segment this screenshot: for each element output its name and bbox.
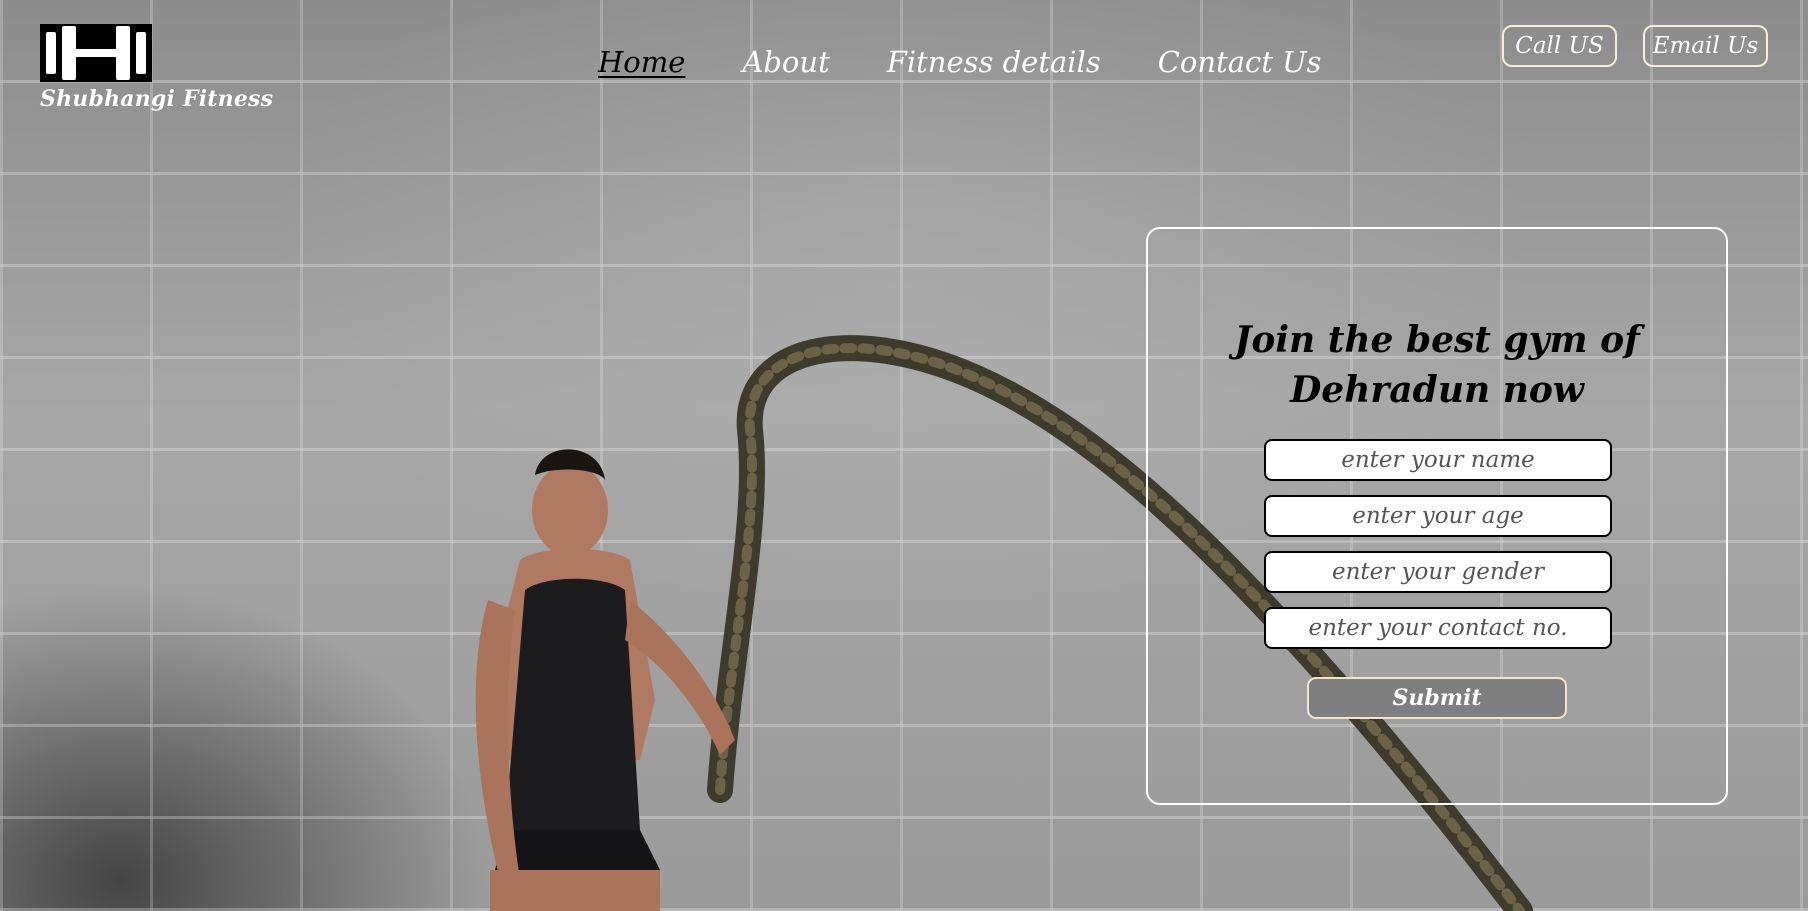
logo[interactable] bbox=[40, 24, 152, 82]
name-input[interactable] bbox=[1264, 439, 1612, 481]
age-input[interactable] bbox=[1264, 495, 1612, 537]
nav-contact-us[interactable]: Contact Us bbox=[1158, 45, 1322, 79]
call-us-button[interactable]: Call US bbox=[1502, 25, 1617, 67]
join-form-card: Join the best gym of Dehradun now Submit bbox=[1146, 227, 1728, 805]
brand-name: Shubhangi Fitness bbox=[40, 86, 274, 112]
contact-input[interactable] bbox=[1264, 607, 1612, 649]
gender-input[interactable] bbox=[1264, 551, 1612, 593]
submit-button[interactable]: Submit bbox=[1307, 677, 1567, 719]
email-us-button[interactable]: Email Us bbox=[1643, 25, 1768, 67]
nav-home[interactable]: Home bbox=[598, 45, 685, 79]
main-nav: Home About Fitness details Contact Us bbox=[598, 45, 1378, 79]
dumbbell-icon bbox=[40, 24, 152, 82]
nav-about[interactable]: About bbox=[742, 45, 829, 79]
nav-fitness-details[interactable]: Fitness details bbox=[887, 45, 1101, 79]
form-heading: Join the best gym of Dehradun now bbox=[1234, 319, 1640, 411]
